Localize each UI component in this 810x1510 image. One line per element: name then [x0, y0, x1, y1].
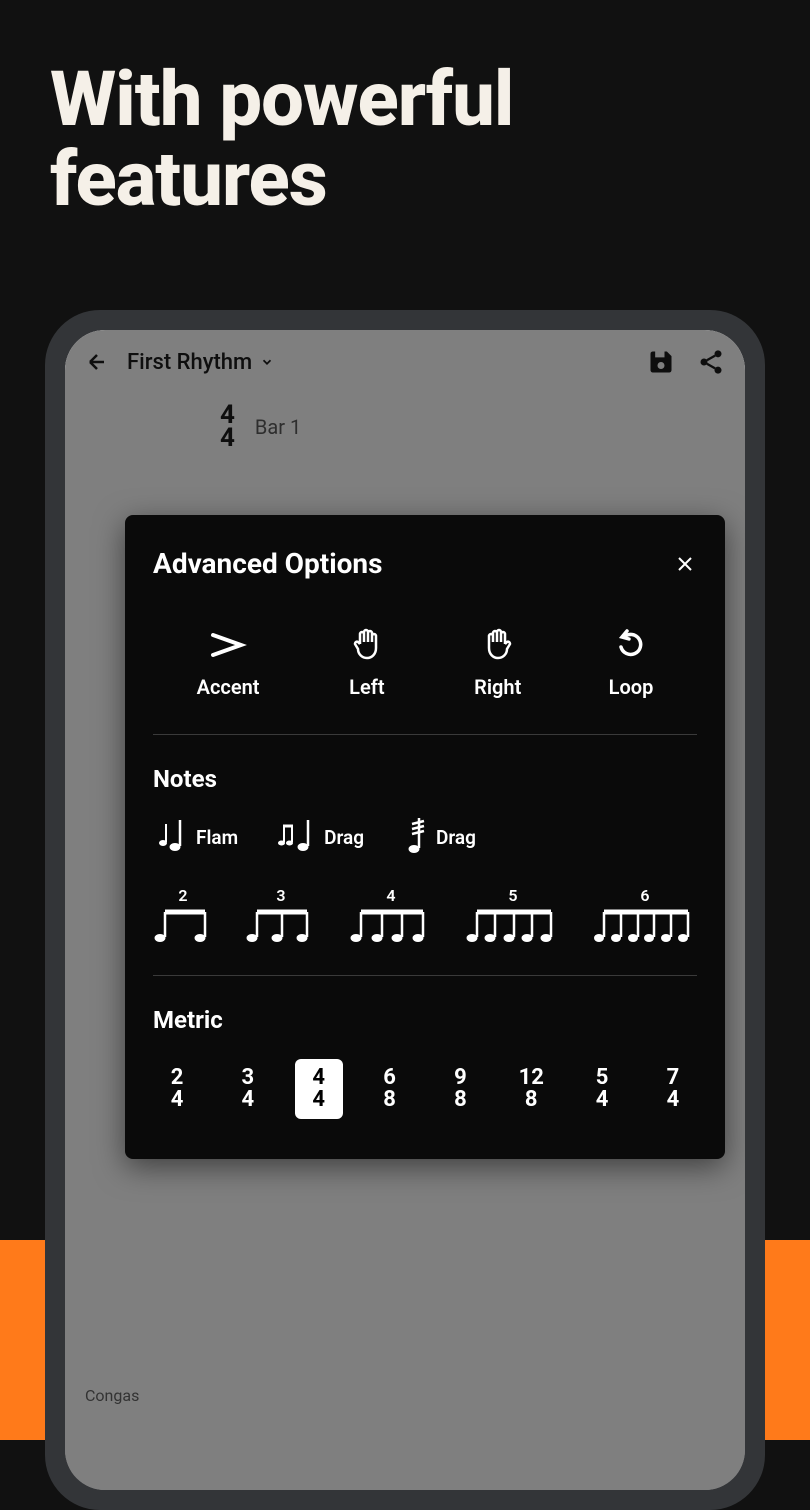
metric-7-4[interactable]: 7 4: [649, 1059, 697, 1119]
accent-option[interactable]: Accent: [197, 625, 260, 699]
metric-2-4[interactable]: 2 4: [153, 1059, 201, 1119]
bar-label: Bar 1: [255, 415, 301, 439]
tuplet-2[interactable]: 2: [153, 886, 213, 945]
accent-label: Accent: [197, 675, 260, 699]
tuplet-3-num: 3: [276, 886, 285, 905]
metric-6-8[interactable]: 6 8: [366, 1059, 414, 1119]
tuplet-3-icon: [245, 909, 317, 945]
left-label: Left: [349, 675, 384, 699]
notes-section-title: Notes: [153, 765, 697, 793]
metric-section-title: Metric: [153, 1006, 697, 1034]
metric-12-8[interactable]: 12 8: [507, 1059, 555, 1119]
metric-top: 6: [383, 1067, 396, 1089]
flam-label: Flam: [196, 826, 238, 849]
metric-bot: 4: [242, 1089, 255, 1111]
metric-top: 4: [312, 1067, 325, 1089]
metric-bot: 4: [312, 1089, 325, 1111]
right-option[interactable]: Right: [474, 625, 521, 699]
metric-bot: 8: [383, 1089, 396, 1111]
metric-4-4[interactable]: 4 4: [295, 1059, 343, 1119]
metric-bot: 4: [667, 1089, 680, 1111]
right-label: Right: [474, 675, 521, 699]
tuplet-5-icon: [465, 909, 561, 945]
drag-option-2[interactable]: Drag: [404, 818, 476, 856]
loop-option[interactable]: Loop: [609, 625, 654, 699]
metric-5-4[interactable]: 5 4: [578, 1059, 626, 1119]
loop-icon: [611, 625, 651, 665]
phone-screen: First Rhythm 4 4 Bar 1 Congas: [65, 330, 745, 1490]
metrics-row: 2 4 3 4 4 4 6 8 9 8: [153, 1059, 697, 1119]
accent-icon: [208, 625, 248, 665]
tuplet-4-icon: [349, 909, 433, 945]
drag-roll-icon: [404, 818, 426, 856]
drag-icon: [278, 820, 314, 854]
tuplet-4[interactable]: 4: [349, 886, 433, 945]
tuplet-2-num: 2: [178, 886, 187, 905]
chevron-down-icon: [260, 355, 274, 369]
right-hand-icon: [478, 625, 518, 665]
advanced-options-modal: Advanced Options Accent: [125, 515, 725, 1159]
back-arrow-icon[interactable]: [85, 350, 109, 374]
metric-bot: 8: [525, 1089, 538, 1111]
phone-frame: First Rhythm 4 4 Bar 1 Congas: [45, 310, 765, 1510]
tuplet-2-icon: [153, 909, 213, 945]
rhythm-title-dropdown[interactable]: First Rhythm: [127, 350, 647, 375]
loop-label: Loop: [609, 675, 654, 699]
metric-9-8[interactable]: 9 8: [436, 1059, 484, 1119]
instrument-label: Congas: [85, 1386, 139, 1405]
flam-icon: [158, 820, 186, 854]
tuplet-3[interactable]: 3: [245, 886, 317, 945]
metric-top: 12: [519, 1067, 544, 1089]
share-icon[interactable]: [697, 348, 725, 376]
drag-label-1: Drag: [324, 826, 364, 849]
modal-header: Advanced Options: [153, 547, 697, 580]
time-sig-bot: 4: [220, 427, 235, 450]
metric-bot: 4: [171, 1089, 184, 1111]
divider-2: [153, 975, 697, 976]
metric-top: 5: [596, 1067, 609, 1089]
tuplets-row: 2 3 4: [153, 886, 697, 945]
ornaments-row: Flam Drag: [153, 818, 697, 856]
header-actions: [647, 348, 725, 376]
time-signature-bar: 4 4 Bar 1: [65, 394, 745, 471]
time-signature: 4 4: [220, 404, 235, 451]
left-option[interactable]: Left: [347, 625, 387, 699]
tuplet-5-num: 5: [508, 886, 517, 905]
metric-top: 9: [454, 1067, 467, 1089]
metric-top: 7: [667, 1067, 680, 1089]
tuplet-6[interactable]: 6: [593, 886, 697, 945]
tuplet-5[interactable]: 5: [465, 886, 561, 945]
tuplet-4-num: 4: [386, 886, 395, 905]
metric-top: 3: [242, 1067, 255, 1089]
app-header: First Rhythm: [65, 330, 745, 394]
rhythm-title-text: First Rhythm: [127, 350, 252, 375]
close-icon[interactable]: [673, 552, 697, 576]
divider: [153, 734, 697, 735]
drag-label-2: Drag: [436, 826, 476, 849]
tuplet-6-icon: [593, 909, 697, 945]
left-hand-icon: [347, 625, 387, 665]
top-options-row: Accent Left Right: [153, 625, 697, 734]
metric-bot: 4: [596, 1089, 609, 1111]
modal-title: Advanced Options: [153, 547, 382, 580]
save-icon[interactable]: [647, 348, 675, 376]
metric-3-4[interactable]: 3 4: [224, 1059, 272, 1119]
tuplet-6-num: 6: [640, 886, 649, 905]
page-headline: With powerful features: [0, 0, 810, 220]
metric-bot: 8: [454, 1089, 467, 1111]
metric-top: 2: [171, 1067, 184, 1089]
flam-option[interactable]: Flam: [158, 818, 238, 856]
drag-option-1[interactable]: Drag: [278, 818, 364, 856]
